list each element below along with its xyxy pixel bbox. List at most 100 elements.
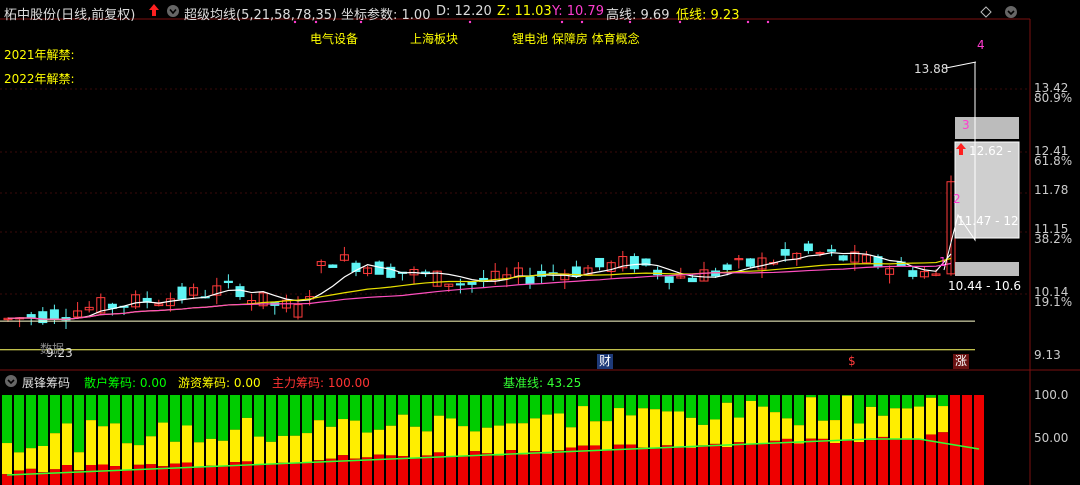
hot-money-chip-bar [782,418,792,439]
retail-chip-bar [638,395,648,409]
retail-chip-bar [146,395,156,437]
hot-money-chip-bar [410,426,420,459]
low-line-label: 低线: [676,8,707,23]
candle-body [687,277,697,283]
retail-chip-bar [374,395,384,430]
retail-chip-bar [506,395,516,424]
event-rise-marker[interactable]: 涨 [953,354,969,369]
main-chip-bar [482,453,492,485]
main-chip-bar [290,462,300,485]
hot-money-chip-bar [770,412,780,441]
hot-money-chip-bar [14,452,24,471]
main-chip-bar [266,463,276,485]
retail-chip-bar [350,395,360,421]
wave-mark-4: 4 [977,38,985,52]
retail-chip-bar [518,395,528,424]
main-chip-bar [86,464,96,485]
retail-chip-bar [542,395,552,415]
main-chip-bar [614,444,624,485]
hot-money-chip-bar [122,443,132,470]
main-chip-bar [962,395,972,485]
retail-chip-bar [854,395,864,424]
candle-body [827,249,837,252]
main-chip-bar [866,440,876,485]
candle-body [328,264,338,268]
z-value: 11.03 [514,4,552,19]
main-chip-bar [902,439,912,485]
retail-chip-value: 0.00 [139,376,167,390]
marker-dot [560,20,564,24]
retail-chip-bar [758,395,768,407]
price-axis-label: 19.1% [1034,295,1073,310]
hot-money-chip-value: 0.00 [233,376,261,390]
collapse-icon[interactable] [1004,5,1018,19]
main-chip-bar [770,440,780,485]
main-chip-bar [134,464,144,485]
dropdown-icon[interactable] [166,4,180,18]
hot-money-chip-bar [722,402,732,448]
main-chip-bar [842,440,852,485]
hot-money-chip-bar [98,426,108,465]
hot-money-chip-label: 游资筹码: [178,376,231,390]
concept-tag: 电气设备 [310,32,359,46]
concept-tag: 上海板块 [410,32,459,46]
up-arrow-icon[interactable] [148,3,160,17]
retail-chip-bar [782,395,792,419]
candle-body [177,286,187,300]
diamond-icon[interactable] [980,6,992,18]
candle-body [595,257,605,268]
retail-chip-bar [566,395,576,428]
main-chip-bar [170,463,180,485]
main-chip-bar [338,455,348,485]
hot-money-chip-bar [758,406,768,445]
main-chip-bar [650,448,660,485]
retail-chip-bar [458,395,468,427]
event-dollar-marker[interactable]: $ [848,354,856,368]
event-finance-marker[interactable]: 财 [597,354,613,369]
main-chip-bar [806,438,816,485]
hot-money-chip-bar [170,441,180,464]
candle-body [908,270,918,277]
main-chip-bar [506,450,516,485]
retail-chip-bar [266,395,276,442]
hot-money-chip-bar [482,427,492,454]
hot-money-chip-bar [194,442,204,467]
main-chip-bar [542,453,552,485]
hot-money-chip-bar [818,420,828,439]
retail-chip-bar [602,395,612,422]
base-line-value: 43.25 [546,376,582,390]
main-chip-bar [62,465,72,485]
retail-chip-bar [170,395,180,442]
main-chip-bar [122,469,132,485]
hot-money-chip-bar [266,441,276,464]
main-chip-bar [458,456,468,485]
main-chip-bar [626,444,636,485]
candle-body [629,256,639,270]
retail-chip-bar [710,395,720,420]
hot-money-chip-bar [326,426,336,459]
retail-chip-bar [230,395,240,430]
hot-money-chip-bar [62,423,72,466]
main-chip-bar [878,436,888,485]
retail-chip-bar [338,395,348,420]
hot-money-chip-bar [230,429,240,463]
main-chip-bar [566,447,576,485]
hot-money-chip-bar [470,431,480,452]
hot-money-chip-bar [458,426,468,457]
main-chip-bar [854,442,864,485]
hot-money-chip-bar [578,406,588,446]
y-value: 10.79 [566,4,604,19]
main-chip-bar [974,395,984,485]
collapse-icon[interactable] [4,374,18,388]
retail-chip-bar [134,395,144,446]
main-chip-bar [830,443,840,485]
hot-money-chip-bar [386,425,396,456]
hot-money-chip-bar [794,425,804,444]
coord-label: 坐标参数: [341,8,398,23]
base-line-label: 基准线: [503,376,544,390]
hot-money-chip-bar [746,400,756,445]
candle-body [745,258,755,267]
price-axis-label: 38.2% [1034,231,1073,246]
hot-money-chip-bar [842,395,852,441]
hot-money-chip-bar [158,422,168,467]
